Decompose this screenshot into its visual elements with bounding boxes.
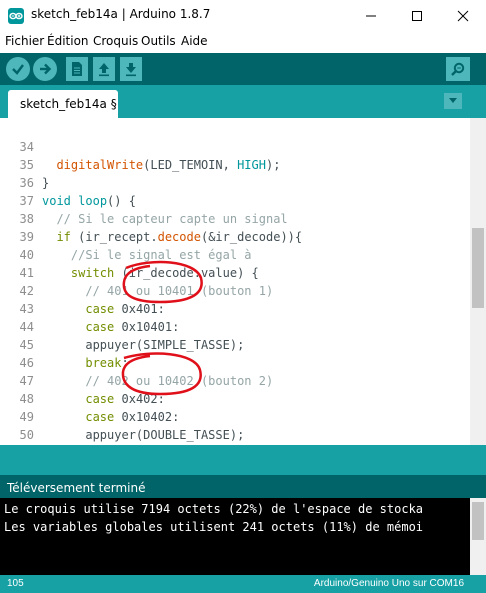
editor-console-divider[interactable] bbox=[0, 445, 486, 475]
code-line: 51 } bbox=[0, 426, 470, 444]
code-line: 48 case 0x10402: bbox=[0, 372, 470, 424]
tab-label: sketch_feb14a § bbox=[20, 97, 117, 111]
code-line: 45 break; bbox=[0, 318, 470, 370]
serial-monitor-button[interactable] bbox=[446, 57, 470, 81]
menu-aide[interactable]: Aide bbox=[181, 34, 208, 48]
editor-scrollbar-thumb[interactable] bbox=[472, 228, 484, 308]
cursor-line-number: 105 bbox=[7, 578, 24, 589]
code-line: 38 if (ir_recept.decode(&ir_decode)){ bbox=[0, 192, 470, 244]
code-line: 37 // Si le capteur capte un signal bbox=[0, 174, 470, 226]
code-line: 39 //Si le signal est égal à bbox=[0, 210, 470, 262]
menu-outils[interactable]: Outils bbox=[141, 34, 176, 48]
menu-edition[interactable]: Édition bbox=[47, 34, 89, 48]
code-line: 42 case 0x401: bbox=[0, 264, 470, 316]
tab-menu-icon bbox=[449, 98, 457, 103]
console-scrollbar-thumb[interactable] bbox=[472, 502, 484, 540]
code-line: 50 break; bbox=[0, 408, 470, 442]
verify-icon bbox=[12, 64, 24, 75]
serial-monitor-icon bbox=[451, 62, 465, 76]
window-title: sketch_feb14a | Arduino 1.8.7 bbox=[31, 7, 211, 21]
tab-menu-button[interactable] bbox=[444, 93, 462, 109]
close-icon bbox=[457, 10, 469, 21]
open-icon bbox=[99, 63, 109, 77]
console-line: Le croquis utilise 7194 octets (22%) de … bbox=[4, 502, 424, 516]
close-button[interactable] bbox=[440, 0, 486, 31]
bottom-status-bar: 105 Arduino/Genuino Uno sur COM16 bbox=[0, 575, 486, 593]
title-bar: sketch_feb14a | Arduino 1.8.7 bbox=[0, 0, 486, 31]
minimize-icon bbox=[366, 15, 376, 16]
code-line: 36 void loop() { bbox=[0, 156, 470, 208]
code-editor[interactable]: 34 digitalWrite(LED_TEMOIN, HIGH); 35 } … bbox=[0, 118, 486, 445]
toolbar bbox=[0, 53, 486, 85]
menu-fichier[interactable]: Fichier bbox=[5, 34, 44, 48]
code-line: 40 switch (ir_decode.value) { bbox=[0, 228, 470, 280]
code-line: 34 digitalWrite(LED_TEMOIN, HIGH); bbox=[0, 120, 470, 172]
code-line: 44 appuyer(SIMPLE_TASSE); bbox=[0, 300, 470, 352]
maximize-icon bbox=[412, 10, 422, 21]
code-line: 46 // 402 ou 10402 (bouton 2) bbox=[0, 336, 470, 388]
code-line: 41 // 401 ou 10401 (bouton 1) bbox=[0, 246, 470, 298]
code-line: 43 case 0x10401: bbox=[0, 282, 470, 334]
upload-icon bbox=[40, 63, 52, 75]
new-button[interactable] bbox=[66, 57, 88, 81]
code-line: 49 appuyer(DOUBLE_TASSE); bbox=[0, 390, 470, 442]
tab-bar: sketch_feb14a § bbox=[0, 85, 486, 118]
tab-sketch[interactable]: sketch_feb14a § bbox=[8, 90, 118, 118]
maximize-button[interactable] bbox=[394, 0, 440, 31]
verify-button[interactable] bbox=[6, 57, 30, 81]
menu-bar: Fichier Édition Croquis Outils Aide bbox=[0, 31, 486, 53]
console-line: Les variables globales utilisent 241 oct… bbox=[4, 520, 424, 534]
open-button[interactable] bbox=[93, 57, 115, 81]
arduino-logo-icon bbox=[8, 8, 24, 24]
new-icon bbox=[72, 62, 82, 76]
menu-croquis[interactable]: Croquis bbox=[93, 34, 138, 48]
status-message: Téléversement terminé bbox=[7, 481, 146, 495]
code-line: 35 } bbox=[0, 138, 470, 190]
board-port-info: Arduino/Genuino Uno sur COM16 bbox=[313, 578, 464, 589]
code-line: 47 case 0x402: bbox=[0, 354, 470, 406]
console-output[interactable]: Le croquis utilise 7194 octets (22%) de … bbox=[0, 498, 486, 575]
upload-button[interactable] bbox=[33, 57, 57, 81]
minimize-button[interactable] bbox=[348, 0, 394, 31]
save-button[interactable] bbox=[120, 57, 142, 81]
save-icon bbox=[126, 63, 136, 77]
